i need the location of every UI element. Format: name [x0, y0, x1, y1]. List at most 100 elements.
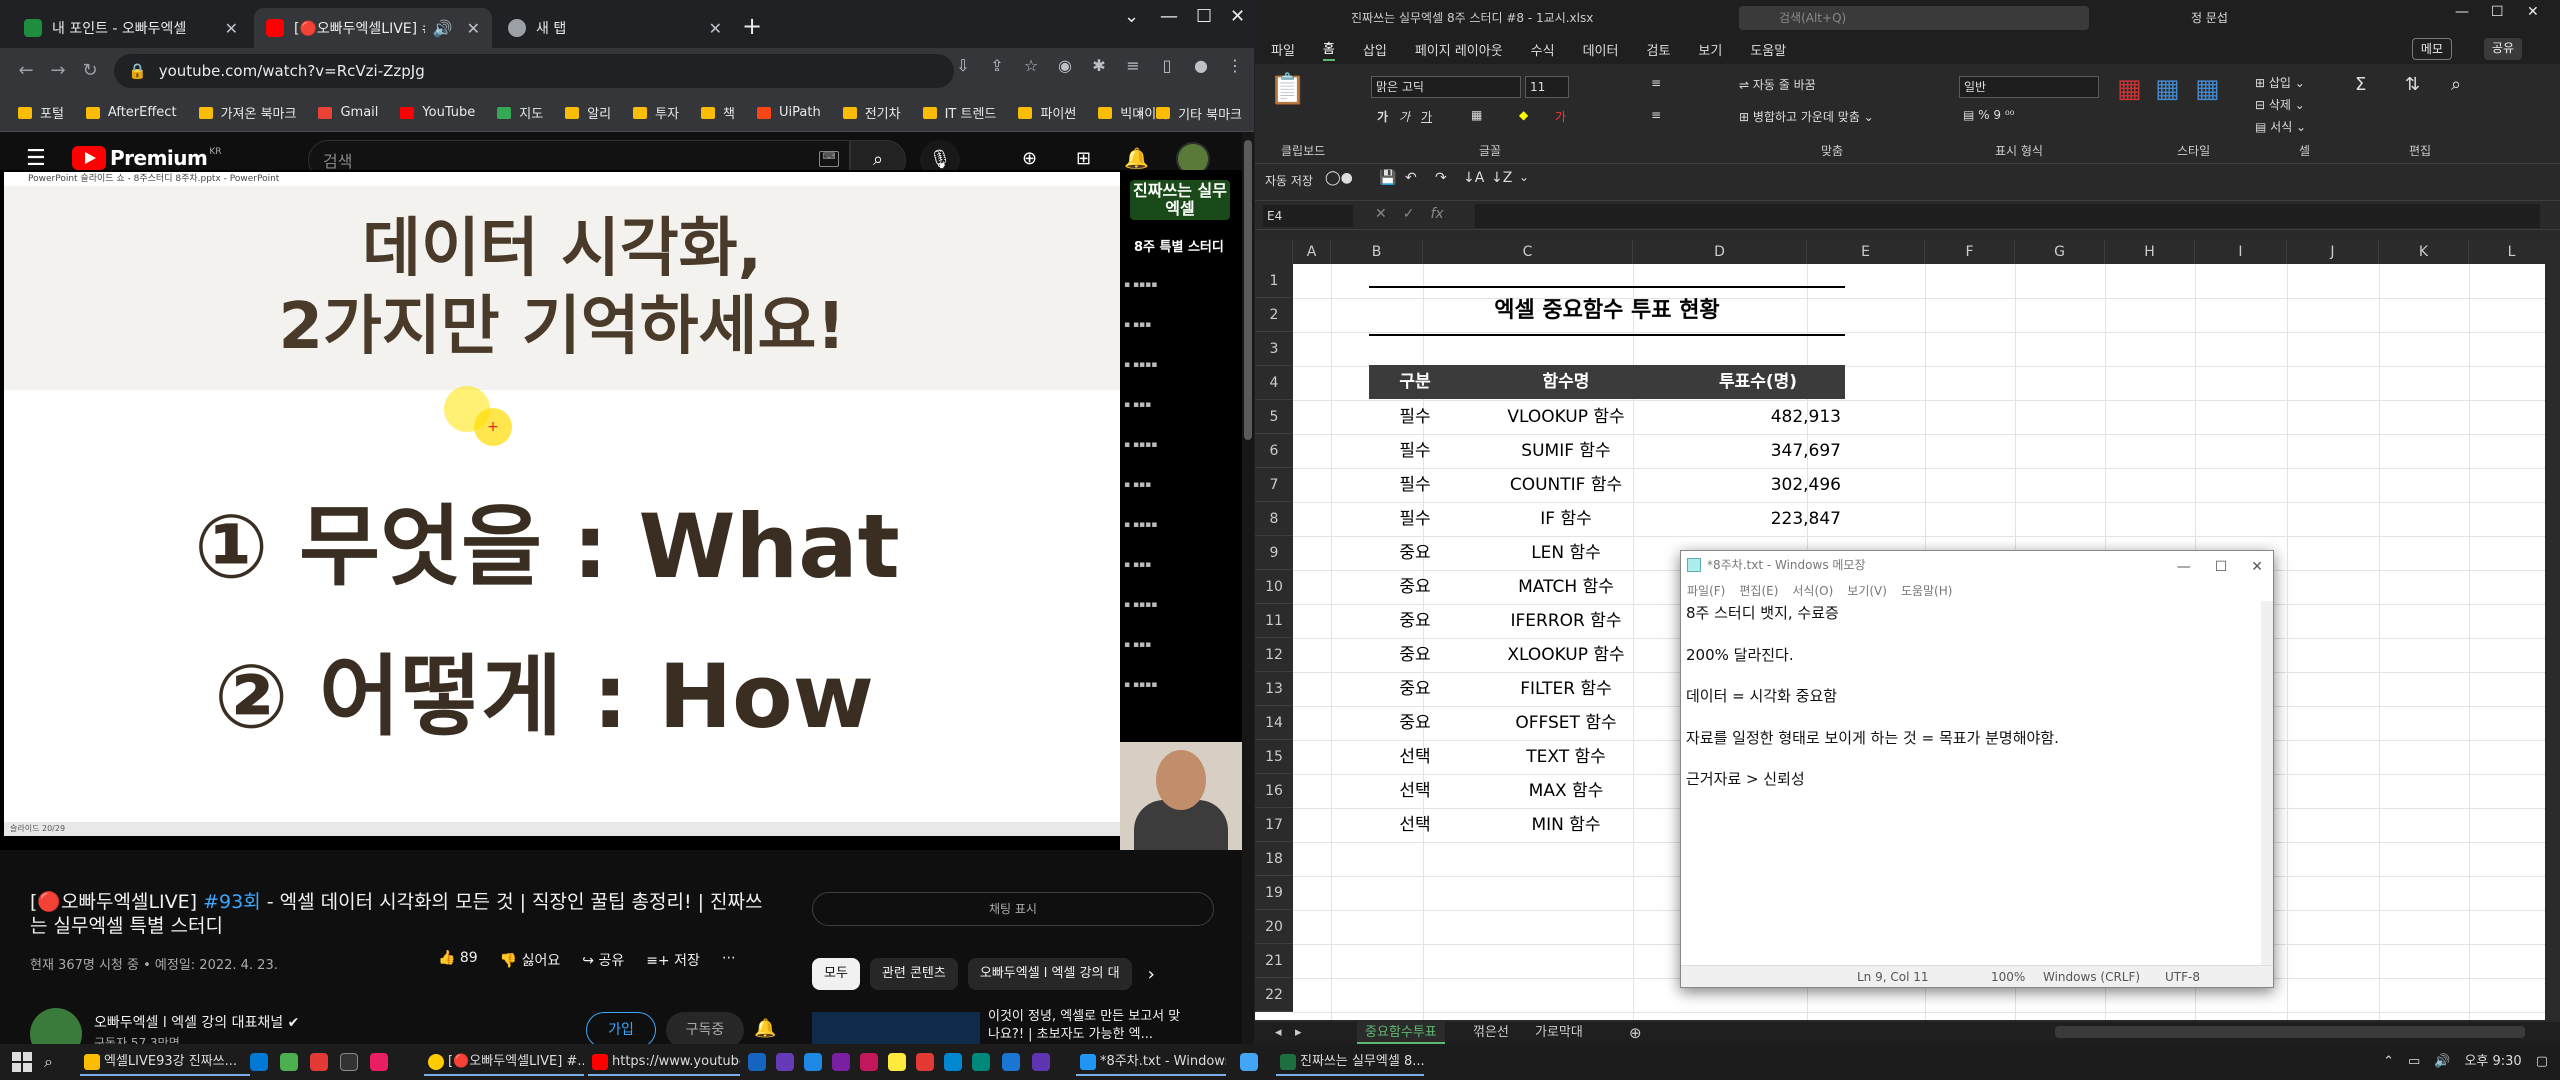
cell-function[interactable]: SUMIF 함수 — [1461, 434, 1671, 468]
app-icon[interactable] — [972, 1053, 990, 1071]
cell-styles-icon[interactable]: ▦ — [2195, 74, 2220, 104]
office-icon[interactable] — [310, 1053, 328, 1071]
italic-button[interactable]: 가 — [1399, 108, 1410, 125]
chip-related[interactable]: 관련 콘텐츠 — [869, 958, 958, 990]
sidepanel-icon[interactable]: ▯ — [1156, 56, 1178, 75]
sheet-scrollbar[interactable] — [2545, 240, 2560, 1020]
row-header-9[interactable]: 9 — [1255, 536, 1293, 570]
app-icon[interactable] — [370, 1053, 388, 1071]
formula-input[interactable] — [1475, 204, 2540, 228]
bookmark[interactable]: 지도 — [497, 103, 543, 122]
cell-votes[interactable]: 302,496 — [1671, 468, 1845, 502]
font-size-select[interactable]: 11 — [1525, 76, 1569, 98]
cell-category[interactable]: 중요 — [1369, 672, 1461, 706]
sheet-tab[interactable]: 중요함수투표 — [1357, 1022, 1445, 1044]
column-header-b[interactable]: B — [1331, 240, 1423, 264]
cell-votes[interactable]: 347,697 — [1671, 434, 1845, 468]
recommended-thumbnail[interactable] — [812, 1012, 980, 1044]
app-icon[interactable] — [1002, 1053, 1020, 1071]
puzzle-icon[interactable]: ✱ — [1088, 56, 1110, 75]
conditional-format-icon[interactable]: ▦ — [2117, 74, 2142, 104]
tab-view[interactable]: 보기 — [1698, 40, 1722, 59]
cell-function[interactable]: FILTER 함수 — [1461, 672, 1671, 706]
close-icon[interactable]: ✕ — [225, 19, 238, 38]
cell-category[interactable]: 중요 — [1369, 570, 1461, 604]
row-header-15[interactable]: 15 — [1255, 740, 1293, 774]
bookmark[interactable]: UiPath — [757, 105, 821, 120]
chevron-down-icon[interactable]: ⌄ — [1124, 6, 1139, 27]
tab-points[interactable]: 내 포인트 - 오빠두엑셀 ✕ — [12, 8, 250, 48]
menu-edit[interactable]: 편집(E) — [1739, 582, 1778, 599]
row-header-5[interactable]: 5 — [1255, 400, 1293, 434]
bell-icon[interactable]: 🔔 — [754, 1018, 776, 1039]
column-header-i[interactable]: I — [2195, 240, 2287, 264]
row-header-18[interactable]: 18 — [1255, 842, 1293, 876]
row-header-13[interactable]: 13 — [1255, 672, 1293, 706]
cell-function[interactable]: MAX 함수 — [1461, 774, 1671, 808]
cell-votes[interactable]: 223,847 — [1671, 502, 1845, 536]
row-header-11[interactable]: 11 — [1255, 604, 1293, 638]
notepad-text-area[interactable]: 8주 스터디 뱃지, 수료증 200% 달라진다. 데이터 = 시각화 중요함 … — [1681, 601, 2265, 965]
column-header-d[interactable]: D — [1633, 240, 1807, 264]
cell-category[interactable]: 필수 — [1369, 468, 1461, 502]
horizontal-scrollbar[interactable] — [2055, 1026, 2525, 1038]
name-box[interactable]: E4 — [1263, 205, 1353, 227]
create-video-icon[interactable]: ⊕ — [1022, 148, 1037, 169]
star-icon[interactable]: ☆ — [1020, 56, 1042, 75]
cell-function[interactable]: MATCH 함수 — [1461, 570, 1671, 604]
search-icon[interactable]: ⌕ — [44, 1052, 53, 1072]
subscribed-button[interactable]: 구독중 — [666, 1012, 744, 1044]
bookmark[interactable]: IT 트렌드 — [922, 103, 996, 122]
bookmark[interactable]: 책 — [701, 103, 735, 122]
tab-help[interactable]: 도움말 — [1750, 40, 1786, 59]
bookmark[interactable]: Gmail — [318, 105, 378, 120]
row-header-1[interactable]: 1 — [1255, 264, 1293, 298]
more-icon[interactable]: ⋯ — [722, 950, 736, 970]
profile-avatar[interactable]: ● — [1190, 56, 1212, 75]
close-button[interactable]: ✕ — [1230, 6, 1245, 27]
row-header-20[interactable]: 20 — [1255, 910, 1293, 944]
reload-button[interactable]: ↻ — [72, 60, 108, 81]
search-input[interactable]: 검색(Alt+Q) — [1739, 6, 2089, 30]
font-color-icon[interactable]: 가 — [1555, 108, 1566, 125]
row-header-8[interactable]: 8 — [1255, 502, 1293, 536]
taskbar-app[interactable]: https://www.youtube... — [588, 1048, 740, 1076]
align-top-icon[interactable]: ≡ — [1651, 76, 1661, 90]
app-icon[interactable] — [280, 1053, 298, 1071]
cell-category[interactable]: 중요 — [1369, 638, 1461, 672]
comments-button[interactable]: 메모 — [2411, 38, 2452, 60]
row-header-10[interactable]: 10 — [1255, 570, 1293, 604]
install-icon[interactable]: ⇩ — [952, 56, 974, 75]
cell-votes[interactable]: 482,913 — [1671, 400, 1845, 434]
maximize-button[interactable]: ☐ — [2215, 553, 2228, 581]
row-header-3[interactable]: 3 — [1255, 332, 1293, 366]
customize-qat-icon[interactable]: ⌄ — [1519, 170, 1529, 184]
bold-button[interactable]: 가 — [1377, 108, 1388, 125]
back-button[interactable]: ← — [8, 60, 44, 81]
insert-cells-button[interactable]: ⊞ 삽입 ⌄ — [2255, 74, 2305, 91]
app-icon[interactable] — [340, 1053, 358, 1071]
column-header-g[interactable]: G — [2015, 240, 2105, 264]
enter-icon[interactable]: ✓ — [1403, 206, 1415, 222]
taskbar-app[interactable]: 진짜쓰는 실무엑셀 8... — [1276, 1048, 1424, 1076]
autosum-icon[interactable]: Σ — [2355, 74, 2366, 95]
menu-help[interactable]: 도움말(H) — [1901, 582, 1953, 599]
cell-category[interactable]: 중요 — [1369, 536, 1461, 570]
menu-format[interactable]: 서식(O) — [1792, 582, 1833, 599]
sort-filter-icon[interactable]: ⇅ — [2405, 74, 2420, 95]
app-icon[interactable] — [860, 1053, 878, 1071]
episode-link[interactable]: #93회 — [203, 891, 261, 913]
forward-button[interactable]: → — [40, 60, 76, 81]
font-select[interactable]: 맑은 고딕 — [1371, 76, 1521, 98]
taskbar-app[interactable]: [🔴오빠두엑셀LIVE] #... — [424, 1048, 584, 1076]
fx-icon[interactable]: fx — [1430, 206, 1443, 222]
format-table-icon[interactable]: ▦ — [2155, 74, 2180, 104]
bookmark[interactable]: 파이썬 — [1018, 103, 1076, 122]
onenote-icon[interactable] — [832, 1053, 850, 1071]
recommended-title[interactable]: 이것이 정녕, 엑셀로 만든 보고서 맞나요?! | 초보자도 가능한 엑... — [988, 1008, 1188, 1044]
cell-category[interactable]: 선택 — [1369, 740, 1461, 774]
tab-youtube[interactable]: [🔴오빠두엑셀LIVE] #93회 🔊 ✕ — [254, 8, 492, 48]
tab-data[interactable]: 데이터 — [1583, 40, 1619, 59]
sheet-title[interactable]: 엑셀 중요함수 투표 현황 — [1369, 286, 1845, 336]
cell-function[interactable]: OFFSET 함수 — [1461, 706, 1671, 740]
